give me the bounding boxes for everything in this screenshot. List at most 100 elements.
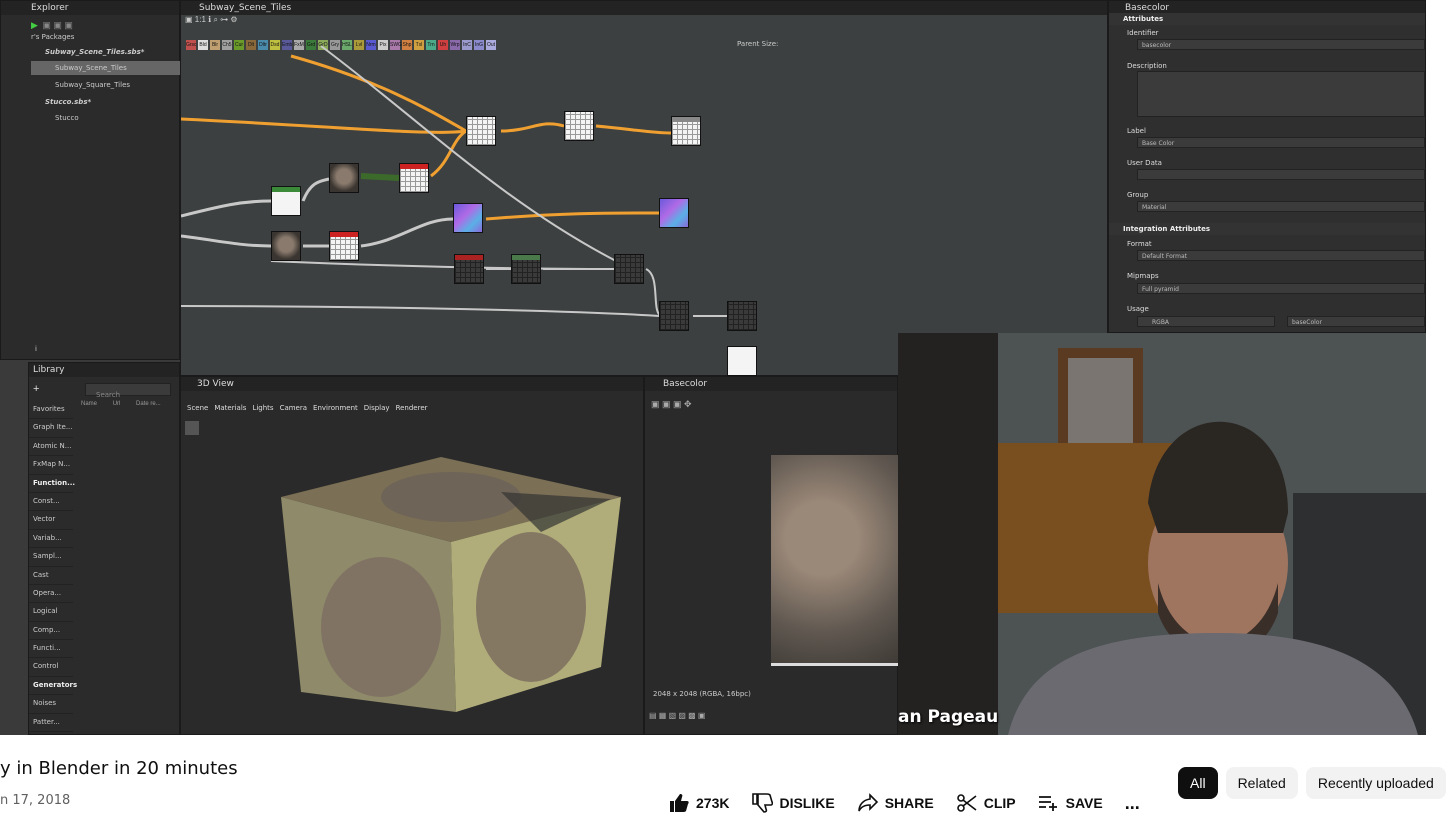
library-item[interactable]: Variab...	[29, 530, 73, 549]
library-item[interactable]: Favorites	[29, 401, 73, 420]
graph-node-dark-green[interactable]	[511, 254, 541, 284]
graph-node-tiles-2[interactable]	[564, 111, 594, 141]
video-player[interactable]: Explorer ▶ ▣ ▣ ▣ r's Packages Subway_Sce…	[0, 0, 1426, 735]
graph-node-blend-red[interactable]	[399, 163, 429, 193]
view3d-menu-display[interactable]: Display	[364, 404, 390, 412]
mipmaps-dropdown[interactable]: Full pyramid	[1137, 283, 1425, 294]
usage-dropdown[interactable]: RGBA	[1137, 316, 1275, 327]
tree-item-stucco[interactable]: Stucco	[31, 111, 79, 125]
view3d-title: 3D View	[181, 377, 643, 391]
view3d-menu-camera[interactable]: Camera	[280, 404, 307, 412]
graph-node-output-normal[interactable]	[659, 198, 689, 228]
graph-node-dark-4[interactable]	[659, 301, 689, 331]
library-columns: Name Url Date re...	[81, 401, 161, 407]
description-label: Description	[1127, 62, 1167, 70]
attributes-header[interactable]: Attributes	[1109, 13, 1425, 25]
texture-preview[interactable]	[771, 455, 899, 666]
userdata-label: User Data	[1127, 159, 1162, 167]
tree-item-subway-scene-sbs[interactable]: Subway_Scene_Tiles.sbs*	[31, 45, 144, 59]
col-date[interactable]: Date re...	[136, 401, 161, 407]
view2d-title: Basecolor	[645, 377, 897, 391]
view3d-panel: 3D View Scene Materials Lights Camera Enviro…	[180, 376, 644, 735]
tool-icon[interactable]: ▣ ▣ ▣	[42, 20, 73, 30]
action-bar: 273K DISLIKE SHARE CLIP SAVE ...	[668, 793, 1162, 813]
video-date: n 17, 2018	[0, 793, 71, 808]
view3d-menu-materials[interactable]: Materials	[214, 404, 246, 412]
graph-panel[interactable]: Subway_Scene_Tiles ▣ 1:1 ℹ ⌕ ⊶ ⚙ Grsc Bld…	[180, 0, 1108, 376]
view3d-menu-scene[interactable]: Scene	[187, 404, 208, 412]
view3d-menu-environment[interactable]: Environment	[313, 404, 358, 412]
like-button[interactable]: 273K	[668, 793, 729, 813]
library-item[interactable]: Sampl...	[29, 548, 73, 567]
graph-node-bitmap-2[interactable]	[271, 231, 301, 261]
library-item[interactable]: Logical	[29, 603, 73, 622]
tree-item-subway-square-tiles[interactable]: Subway_Square_Tiles	[31, 78, 130, 92]
webcam-scene	[898, 333, 1426, 735]
graph-wires	[181, 45, 727, 317]
library-item[interactable]: Graph Ite...	[29, 419, 73, 438]
description-field[interactable]	[1137, 71, 1425, 117]
col-name[interactable]: Name	[81, 401, 97, 407]
library-search-placeholder: Search	[96, 391, 121, 399]
library-item[interactable]: Cast	[29, 567, 73, 585]
graph-node-bitmap-1[interactable]	[329, 163, 359, 193]
label-field[interactable]: Base Color	[1137, 137, 1425, 148]
view3d-menu-lights[interactable]: Lights	[252, 404, 273, 412]
mipmaps-label: Mipmaps	[1127, 272, 1159, 280]
chip-recently-uploaded[interactable]: Recently uploaded	[1305, 767, 1446, 799]
library-item[interactable]: Atomic N...	[29, 438, 73, 457]
userdata-field[interactable]	[1137, 169, 1425, 180]
display-mode-icon[interactable]: ▤ ▦ ▧ ▨ ▩ ▣	[649, 711, 705, 720]
properties-panel: Basecolor Attributes Identifier basecolo…	[1108, 0, 1426, 333]
graph-node-white-2[interactable]	[727, 346, 757, 376]
library-item[interactable]: Function...	[29, 475, 75, 493]
library-item[interactable]: Patter...	[29, 714, 73, 733]
filter-chips: All Related Recently uploaded	[1178, 767, 1446, 799]
add-icon[interactable]: +	[33, 383, 39, 395]
graph-node-tiles-1[interactable]	[466, 116, 496, 146]
3d-cube-preview[interactable]	[281, 457, 621, 712]
graph-node-normal[interactable]	[453, 203, 483, 233]
library-item[interactable]: Opera...	[29, 585, 73, 604]
library-item[interactable]: Functi...	[29, 640, 73, 659]
chip-all[interactable]: All	[1178, 767, 1218, 799]
graph-node-dark-3[interactable]	[614, 254, 644, 284]
channel-icon[interactable]: ▣ ▣ ▣	[651, 399, 682, 409]
col-url[interactable]: Url	[113, 401, 121, 407]
view3d-menu-renderer[interactable]: Renderer	[396, 404, 428, 412]
clip-button[interactable]: CLIP	[956, 793, 1016, 813]
library-item[interactable]: Control	[29, 658, 73, 677]
more-actions-button[interactable]: ...	[1125, 793, 1140, 814]
move-icon[interactable]: ✥	[684, 399, 692, 409]
library-item[interactable]: Filters	[29, 732, 73, 735]
format-label: Format	[1127, 240, 1152, 248]
explorer-info-icon[interactable]: i	[35, 345, 37, 353]
save-button[interactable]: SAVE	[1038, 793, 1103, 813]
library-item[interactable]: Const...	[29, 493, 73, 512]
identifier-field[interactable]: basecolor	[1137, 39, 1425, 50]
format-dropdown[interactable]: Default Format	[1137, 250, 1425, 261]
usage-dropdown-2[interactable]: baseColor	[1287, 316, 1425, 327]
library-item[interactable]: Noises	[29, 695, 73, 714]
graph-node-blend-red-2[interactable]	[329, 231, 359, 261]
library-item[interactable]: Vector	[29, 511, 73, 530]
tree-item-stucco-sbs[interactable]: Stucco.sbs*	[31, 95, 91, 109]
play-icon[interactable]: ▶	[31, 20, 38, 30]
library-item[interactable]: FxMap N...	[29, 456, 73, 475]
graph-node-dark-5[interactable]	[727, 301, 757, 331]
group-field[interactable]: Material	[1137, 201, 1425, 212]
graph-node-dark-red[interactable]	[454, 254, 484, 284]
tree-item-subway-scene-tiles[interactable]: Subway_Scene_Tiles	[31, 61, 191, 75]
library-search[interactable]: Search	[85, 383, 171, 399]
share-button[interactable]: SHARE	[857, 793, 934, 813]
dislike-button[interactable]: DISLIKE	[751, 793, 835, 813]
select-tool-icon[interactable]	[185, 421, 199, 435]
identifier-label: Identifier	[1127, 29, 1159, 37]
library-item[interactable]: Comp...	[29, 622, 73, 641]
graph-node-output-basecolor[interactable]	[671, 116, 701, 146]
chip-related[interactable]: Related	[1225, 767, 1298, 799]
share-label: SHARE	[884, 795, 934, 811]
library-item[interactable]: Generators	[29, 677, 77, 696]
integration-header[interactable]: Integration Attributes	[1109, 223, 1425, 235]
graph-node-white[interactable]	[271, 186, 301, 216]
